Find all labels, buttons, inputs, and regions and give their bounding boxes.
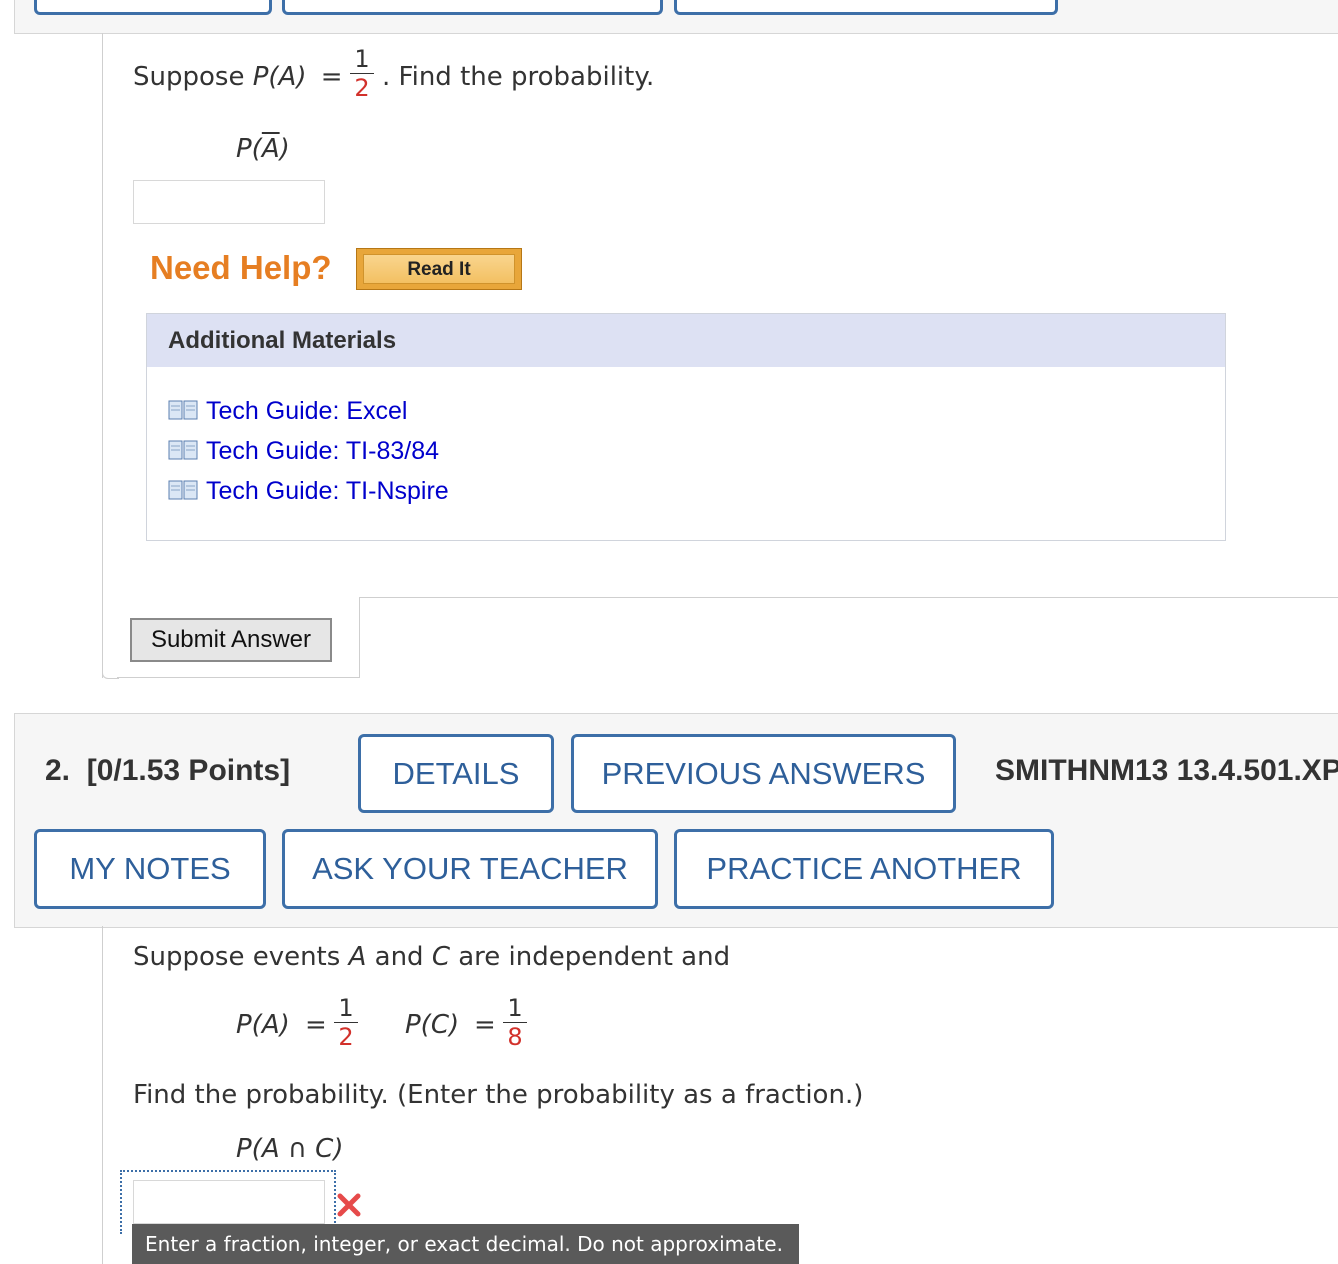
incorrect-x-icon	[334, 1190, 364, 1220]
question-2-body-rule	[102, 926, 103, 1264]
fraction-one-half: 12	[350, 47, 374, 100]
question-1-stem: Suppose P(A) =	[133, 62, 343, 92]
details-button[interactable]: DETAILS	[358, 734, 554, 813]
practice-another-button[interactable]: PRACTICE ANOTHER	[674, 829, 1054, 909]
question-number: 2. [0/1.53 Points]	[45, 754, 291, 787]
question-2-header: 2. [0/1.53 Points] DETAILS PREVIOUS ANSW…	[14, 713, 1338, 928]
question-1-bottom-rule	[117, 677, 360, 678]
pa-label: P(A)	[236, 1010, 290, 1040]
previous-answers-button[interactable]: PREVIOUS ANSWERS	[571, 734, 956, 813]
answer-input-q1[interactable]	[133, 180, 325, 224]
question-1-divider	[359, 597, 360, 678]
intersection-prob-label: P(A ∩ C)	[236, 1134, 344, 1164]
need-help-label: Need Help?	[150, 249, 332, 286]
submit-answer-button[interactable]: Submit Answer	[130, 618, 332, 662]
question-1-divider-top	[359, 597, 1338, 598]
my-notes-button[interactable]: MY NOTES	[34, 829, 266, 909]
read-it-label: Read It	[363, 254, 515, 284]
question-2-stem: Suppose events A and C are independent a…	[133, 942, 731, 972]
equals-sign: =	[305, 1010, 327, 1040]
ask-your-teacher-button[interactable]: ASK YOUR TEACHER	[282, 829, 658, 909]
previous-question-header	[14, 0, 1338, 34]
read-it-button[interactable]: Read It	[356, 248, 522, 290]
ask-teacher-button-fragment[interactable]	[282, 0, 663, 15]
tech-guide-ti83-link[interactable]: Tech Guide: TI-83/84	[168, 437, 439, 467]
fraction-pa: 12	[334, 996, 358, 1049]
book-icon	[168, 439, 198, 461]
question-1-stem-suffix: . Find the probability.	[382, 62, 655, 92]
book-icon	[168, 399, 198, 421]
complement-prob-label: P(A)	[236, 134, 290, 164]
equals-sign: =	[474, 1010, 496, 1040]
question-2-instruction: Find the probability. (Enter the probabi…	[133, 1080, 864, 1110]
tech-guide-excel-link[interactable]: Tech Guide: Excel	[168, 397, 408, 427]
practice-another-button-fragment[interactable]	[674, 0, 1058, 15]
book-icon	[168, 479, 198, 501]
fraction-pc: 18	[503, 996, 527, 1049]
pc-label: P(C)	[405, 1010, 460, 1040]
answer-input-q2[interactable]	[133, 1180, 325, 1224]
tech-guide-tinspire-link[interactable]: Tech Guide: TI-Nspire	[168, 477, 449, 507]
source-code: SMITHNM13 13.4.501.XP.	[995, 754, 1338, 787]
additional-materials-panel: Additional Materials Tech Guide: Excel T…	[146, 313, 1226, 541]
additional-materials-heading: Additional Materials	[147, 314, 1225, 367]
my-notes-button-fragment[interactable]	[34, 0, 272, 15]
input-hint-tooltip: Enter a fraction, integer, or exact deci…	[132, 1224, 799, 1264]
